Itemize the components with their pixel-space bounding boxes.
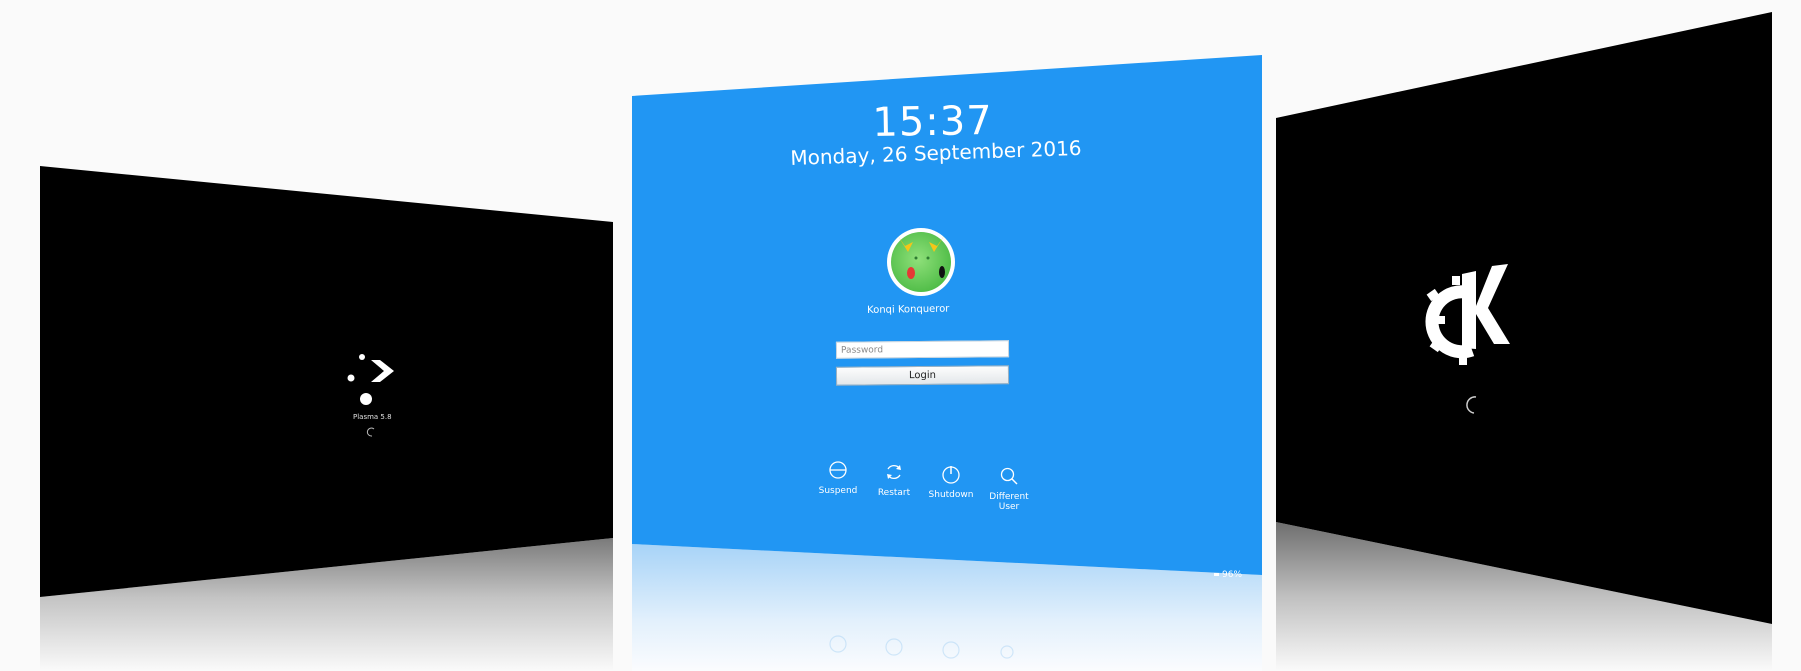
restart-label: Restart [877, 488, 911, 498]
different-user-label: Different User [989, 492, 1029, 512]
restart-icon [887, 465, 901, 479]
lockscreen-panel [632, 55, 1262, 671]
different-user-button[interactable]: Different User [978, 466, 1040, 512]
suspend-button[interactable]: Suspend [807, 460, 869, 496]
shutdown-icon [942, 466, 960, 484]
suspend-icon [829, 461, 847, 479]
password-input[interactable] [835, 340, 1010, 359]
shutdown-label: Shutdown [928, 490, 974, 500]
search-icon [1000, 467, 1018, 485]
battery-icon [1214, 573, 1219, 576]
screenshot-stage: 15:37 Monday, 26 September 2016 Konqi Ko… [0, 0, 1801, 671]
user-avatar [887, 228, 955, 296]
login-button[interactable]: Login [835, 365, 1010, 386]
suspend-label: Suspend [818, 486, 858, 496]
restart-button[interactable]: Restart [863, 462, 925, 498]
shutdown-button[interactable]: Shutdown [920, 464, 982, 500]
